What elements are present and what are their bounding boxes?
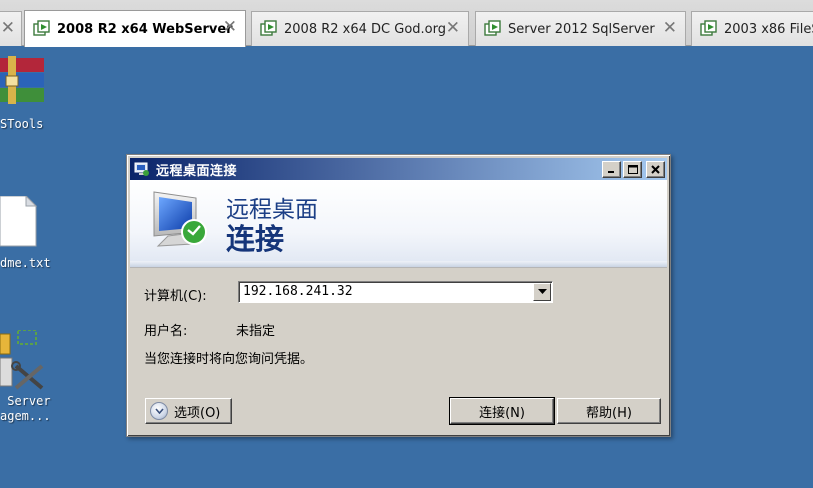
combo-dropdown-button[interactable] (533, 283, 551, 301)
remote-desktop-dialog: 远程桌面连接 远程桌面 连接 计算机(C): 192.168.241.32 用户… (126, 154, 671, 437)
desktop-icon-label[interactable]: STools (0, 117, 43, 132)
vm-icon (700, 20, 717, 36)
options-button[interactable]: 选项(O) (145, 398, 232, 424)
tab-previous[interactable]: ✕ (0, 11, 22, 46)
dialog-titlebar[interactable]: 远程桌面连接 (130, 158, 667, 180)
close-button[interactable] (646, 161, 665, 178)
maximize-button[interactable] (623, 161, 642, 178)
credentials-note: 当您连接时将向您询问凭据。 (144, 352, 314, 367)
banner-stripe (130, 261, 667, 267)
close-icon[interactable]: ✕ (663, 20, 677, 37)
vm-icon (33, 20, 50, 36)
tab-label: Server 2012 SqlServer (508, 21, 655, 37)
help-button[interactable]: 帮助(H) (557, 398, 661, 424)
connect-button[interactable]: 连接(N) (449, 397, 555, 425)
computer-value[interactable]: 192.168.241.32 (243, 284, 353, 299)
close-icon[interactable]: ✕ (446, 20, 460, 37)
close-icon[interactable]: ✕ (223, 19, 237, 36)
close-icon (651, 165, 660, 174)
desktop-icon-label[interactable]: Server agem... (0, 394, 51, 424)
banner-title-line2: 连接 (226, 222, 285, 256)
tab-label: 2008 R2 x64 WebServer (57, 21, 233, 37)
tab-fileserver[interactable]: 2003 x86 FileSe (691, 11, 813, 46)
tab-webserver[interactable]: 2008 R2 x64 WebServer ✕ (24, 10, 246, 47)
tab-sqlserver[interactable]: Server 2012 SqlServer ✕ (475, 11, 686, 46)
tab-dc-god-org[interactable]: 2008 R2 x64 DC God.org ✕ (251, 11, 469, 46)
tab-label: 2003 x86 FileSe (724, 21, 813, 37)
remote-monitor-icon (153, 191, 207, 247)
computer-combobox[interactable]: 192.168.241.32 (238, 281, 553, 303)
dialog-title: 远程桌面连接 (156, 163, 238, 179)
chevron-down-icon (537, 289, 547, 294)
options-label: 选项(O) (174, 405, 221, 421)
tab-label: 2008 R2 x64 DC God.org (284, 21, 446, 37)
minimize-button[interactable] (602, 161, 621, 178)
vm-icon (260, 20, 277, 36)
computer-label: 计算机(C): (144, 289, 207, 304)
desktop-icon-label[interactable]: dme.txt (0, 256, 51, 271)
winrar-icon[interactable] (0, 56, 46, 106)
server-manager-icon[interactable] (0, 330, 48, 390)
minimize-icon (608, 171, 614, 173)
window-controls (602, 161, 665, 178)
remote-desktop-icon (134, 162, 149, 176)
vm-tab-bar: ✕ 2008 R2 x64 WebServer ✕ 2008 R2 x64 DC… (0, 0, 813, 47)
expand-icon (150, 402, 168, 420)
vm-icon (484, 20, 501, 36)
dialog-banner: 远程桌面 连接 (130, 180, 667, 268)
username-value: 未指定 (236, 324, 276, 339)
close-icon[interactable]: ✕ (1, 20, 15, 37)
username-label: 用户名: (144, 324, 188, 339)
text-file-icon[interactable] (0, 196, 38, 248)
maximize-icon (627, 165, 638, 174)
